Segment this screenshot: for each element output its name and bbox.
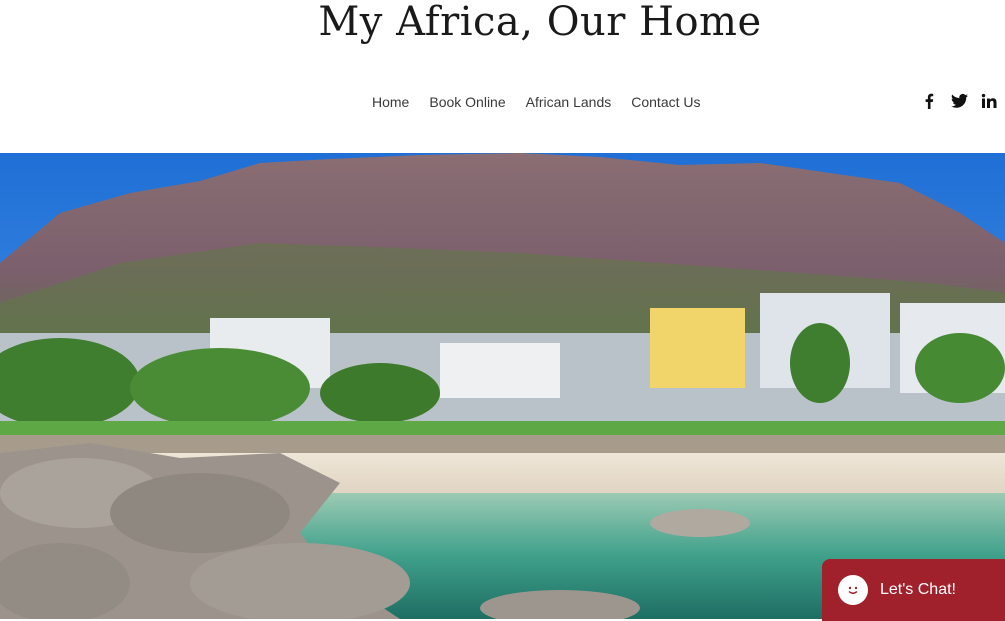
twitter-icon[interactable] — [950, 92, 968, 110]
chat-label: Let's Chat! — [880, 581, 956, 598]
linkedin-icon[interactable] — [980, 92, 998, 110]
chat-widget-button[interactable]: Let's Chat! — [822, 559, 1005, 621]
social-bar — [920, 92, 998, 110]
main-nav: Home Book Online African Lands Contact U… — [362, 92, 711, 112]
facebook-icon[interactable] — [920, 92, 938, 110]
hero-landscape — [0, 153, 1005, 619]
nav-item-contact-us[interactable]: Contact Us — [621, 92, 710, 112]
nav-item-african-lands[interactable]: African Lands — [516, 92, 622, 112]
nav-item-home[interactable]: Home — [362, 92, 419, 112]
site-title: My Africa, Our Home — [318, 0, 762, 45]
nav-item-book-online[interactable]: Book Online — [419, 92, 515, 112]
chat-smiley-icon — [838, 575, 868, 605]
hero-image — [0, 153, 1005, 619]
